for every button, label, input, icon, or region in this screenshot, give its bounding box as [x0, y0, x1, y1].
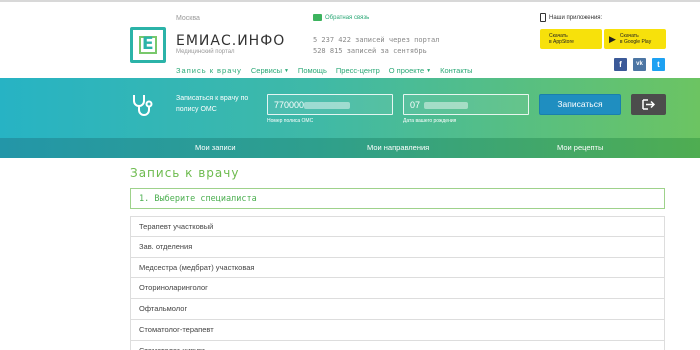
account-tabs: Мои записи Мои направления Мои рецепты — [0, 138, 700, 158]
policy-caption: Номер полиса ОМС — [267, 118, 314, 124]
appstore-text: Скачать в AppStore — [549, 33, 574, 45]
emias-logo[interactable]: E — [130, 27, 166, 63]
policy-number-value: 770000 — [274, 100, 305, 110]
login-band: Записаться к врачу по полису ОМС 770000 … — [0, 78, 700, 138]
logo-letter-e: E — [142, 34, 154, 54]
login-exit-button[interactable] — [631, 94, 666, 115]
site-subtitle: Медицинский портал — [176, 49, 235, 55]
nav-item-appointment[interactable]: Запись к врачу — [176, 66, 242, 75]
nav-item-about[interactable]: О проекте ▼ — [389, 66, 431, 75]
birthdate-redaction — [424, 102, 468, 109]
apps-label-text: Наши приложения: — [549, 14, 603, 21]
nav-item-services[interactable]: Сервисы ▼ — [251, 66, 289, 75]
stethoscope-icon — [133, 95, 153, 116]
phone-icon — [540, 13, 546, 22]
feedback-label: Обратная связь — [325, 14, 370, 21]
stats-total: 5 237 422 записей через портал — [313, 36, 440, 44]
policy-redaction — [304, 102, 350, 109]
play-icon: ▶ — [609, 33, 616, 44]
list-item[interactable]: Зав. отделения — [130, 236, 665, 258]
nav-about-label: О проекте — [388, 66, 425, 75]
main-nav: Запись к врачу Сервисы ▼ Помощь Пресс-цен… — [176, 66, 473, 75]
birthdate-caption: Дата вашего рождения — [403, 118, 457, 124]
tab-my-appointments[interactable]: Мои записи — [195, 138, 236, 158]
facebook-icon[interactable]: f — [614, 58, 627, 71]
googleplay-line2: в Google Play — [619, 39, 652, 45]
step-header: 1. Выберите специалиста — [130, 188, 665, 209]
site-name[interactable]: ЕМИАС.ИНФО — [176, 33, 285, 49]
tab-my-prescriptions[interactable]: Мои рецепты — [557, 138, 603, 158]
chevron-down-icon: ▼ — [426, 67, 432, 74]
booking-stats: 5 237 422 записей через портал 528 815 з… — [313, 35, 439, 57]
step-label: 1. Выберите специалиста — [139, 194, 257, 204]
appstore-button[interactable]: Скачать в AppStore — [540, 29, 602, 49]
apps-label: Наши приложения: — [540, 13, 602, 22]
twitter-icon[interactable]: t — [652, 58, 665, 71]
logout-icon — [642, 99, 655, 110]
nav-services-label: Сервисы — [250, 66, 282, 75]
policy-number-input[interactable]: 770000 — [267, 94, 393, 115]
list-item[interactable]: Стоматолог-хирург — [130, 340, 665, 350]
list-item[interactable]: Стоматолог-терапевт — [130, 319, 665, 341]
page-title: Запись к врачу — [130, 166, 240, 180]
nav-item-help[interactable]: Помощь — [298, 66, 327, 75]
googleplay-text: Скачать в Google Play — [620, 33, 651, 45]
nav-item-contacts[interactable]: Контакты — [440, 66, 472, 75]
tab-my-referrals[interactable]: Мои направления — [367, 138, 429, 158]
list-item[interactable]: Медсестра (медбрат) участковая — [130, 257, 665, 279]
feedback-link[interactable]: Обратная связь — [313, 14, 369, 21]
stats-month: 528 815 записей за сентябрь — [313, 47, 427, 55]
vk-icon[interactable]: vk — [633, 58, 646, 71]
signup-button[interactable]: Записаться — [539, 94, 621, 115]
appstore-line2: в AppStore — [549, 39, 574, 45]
chat-icon — [313, 14, 322, 21]
birthdate-value: 07 — [410, 100, 421, 110]
list-item[interactable]: Офтальмолог — [130, 299, 665, 320]
login-label: Записаться к врачу по полису ОМС — [176, 95, 249, 113]
specialist-list: Терапевт участковый Зав. отделения Медсе… — [130, 216, 665, 350]
city-selector[interactable]: Москва — [176, 15, 200, 22]
list-item[interactable]: Оториноларинголог — [130, 278, 665, 300]
site-header: E Москва ЕМИАС.ИНФО Медицинский портал О… — [0, 0, 700, 78]
list-item[interactable]: Терапевт участковый — [130, 216, 665, 237]
nav-item-press[interactable]: Пресс-центр — [336, 66, 380, 75]
googleplay-button[interactable]: ▶ Скачать в Google Play — [604, 29, 666, 49]
chevron-down-icon: ▼ — [283, 67, 289, 74]
birthdate-input[interactable]: 07 — [403, 94, 529, 115]
